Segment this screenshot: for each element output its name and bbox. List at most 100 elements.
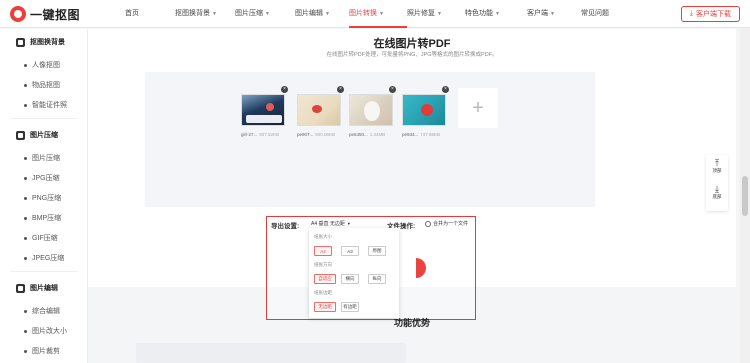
orientation-option-landscape[interactable]: 横向 (341, 274, 359, 284)
remove-file-icon[interactable]: × (389, 86, 396, 93)
convert-button[interactable] (416, 258, 426, 278)
plus-icon: + (472, 96, 484, 119)
remove-file-icon[interactable]: × (442, 86, 449, 93)
nav-item[interactable]: 图片编辑 ▼ (295, 0, 349, 28)
download-icon: ⤓ (689, 10, 693, 17)
sidebar-item[interactable]: 人像抠图 (0, 55, 87, 75)
margin-heading: 纸张边距 (314, 290, 332, 295)
sidebar-item[interactable]: 图片裁剪 (0, 341, 87, 361)
file-label: pe934... 747.86KB (402, 132, 440, 137)
sidebar: 抠图换背景 人像抠图 物品抠图 智能证件照 图片压缩 图片压缩 JPG压缩 PNG压缩 BMP压… (0, 29, 88, 363)
sidebar-item[interactable]: 图片改大小 (0, 321, 87, 341)
nav-item-label: 特色功能 (465, 10, 493, 17)
arrow-down-icon: ⤓ (715, 184, 719, 194)
margin-option-none[interactable]: 无边距 (314, 302, 336, 312)
main-nav: 首页 抠图换背景 ▼ 图片压缩 ▼ 图片编辑 ▼ 图片转换 ▼ 照片修复 ▼ 特色功能 ▼ 客户端 ▼ 常见问… (125, 0, 621, 28)
file-thumbnail[interactable]: × (241, 86, 288, 126)
sidebar-section-title: 图片压缩 (0, 122, 87, 148)
sidebar-item-label: BMP压缩 (32, 215, 62, 222)
sidebar-item[interactable]: JPG压缩 (0, 168, 87, 188)
file-thumbnail[interactable]: × (402, 86, 449, 126)
sidebar-item[interactable]: 智能证件照 (0, 95, 87, 115)
chevron-down-icon: ▼ (550, 11, 555, 17)
sidebar-item[interactable]: PNG压缩 (0, 188, 87, 208)
remove-file-icon[interactable]: × (281, 86, 288, 93)
section-icon (16, 130, 25, 140)
scrollbar-thumb[interactable] (742, 176, 748, 216)
nav-item-label: 常见问题 (581, 10, 609, 17)
page-scrollbar[interactable] (740, 28, 750, 363)
logo-icon (10, 6, 26, 22)
file-name: pe934... (402, 132, 419, 137)
nav-item-label: 照片修复 (407, 10, 435, 17)
chevron-down-icon: ▼ (265, 11, 270, 17)
paper-size-option-a4[interactable]: A4 (314, 246, 332, 256)
margin-option-with[interactable]: 有边距 (341, 302, 359, 312)
sidebar-section-label: 图片压缩 (30, 132, 58, 139)
nav-item[interactable]: 特色功能 ▼ (465, 0, 527, 28)
sidebar-item-label: 图片改大小 (32, 328, 67, 335)
add-file-button[interactable]: + (458, 88, 498, 128)
file-name: pe5450... (349, 132, 368, 137)
features-heading: 功能优势 (393, 318, 430, 328)
nav-item-label: 图片转换 (349, 10, 377, 17)
upload-area[interactable]: × girl-27... 937.52KB × pe907... 900.06KB … (145, 72, 595, 207)
output-settings-select[interactable]: A4 垂直 无边距 ▼ (311, 220, 351, 227)
sidebar-item-label: 物品抠图 (32, 82, 60, 89)
main-content: 在线图片转PDF 在线图片转PDF处理，可批量将PNG、JPG等格式的图片转换成… (88, 29, 736, 363)
sidebar-divider (10, 118, 77, 119)
sidebar-item[interactable]: BMP压缩 (0, 208, 87, 228)
sidebar-item-label: 图片裁剪 (32, 348, 60, 355)
sidebar-divider (10, 271, 77, 272)
go-to-bottom-label: 底部 (712, 194, 722, 199)
go-to-bottom-button[interactable]: ⤓ 底部 (706, 185, 728, 200)
sidebar-item-label: JPG压缩 (32, 175, 60, 182)
nav-item-label: 图片压缩 (235, 10, 263, 17)
output-settings-label: 导出设置: (271, 223, 300, 230)
orientation-option-portrait[interactable]: 纵向 (368, 274, 386, 284)
file-size: 747.86KB (420, 132, 441, 137)
back-to-top-label: 顶部 (712, 168, 722, 173)
sidebar-item-label: 智能证件照 (32, 102, 67, 109)
nav-item[interactable]: 常见问题 (581, 0, 621, 28)
output-settings-panel: 导出设置: A4 垂直 无边距 ▼ 文件操作: 合并为一个文件 纸张大小 A4 … (266, 216, 476, 320)
sidebar-item-label: 图片压缩 (32, 155, 60, 162)
paper-size-option-a3[interactable]: A3 (341, 246, 359, 256)
sidebar-section-title: 抠图换背景 (0, 29, 87, 55)
sidebar-item[interactable]: 图片压缩 (0, 148, 87, 168)
logo[interactable]: 一键抠图 (10, 6, 80, 22)
radio-icon (425, 220, 431, 227)
sidebar-item[interactable]: JPEG压缩 (0, 248, 87, 268)
sidebar-item[interactable]: GIF压缩 (0, 228, 87, 248)
chevron-down-icon: ▼ (212, 11, 217, 17)
nav-item[interactable]: 照片修复 ▼ (407, 0, 465, 28)
nav-item[interactable]: 图片压缩 ▼ (235, 0, 295, 28)
nav-item-label: 抠图换背景 (175, 10, 210, 17)
back-to-top-button[interactable]: ⤒ 顶部 (706, 159, 728, 174)
sidebar-item-label: 人像抠图 (32, 62, 60, 69)
file-thumbnail[interactable]: × (349, 86, 396, 126)
file-name: pe907... (297, 132, 314, 137)
merge-files-radio[interactable]: 合并为一个文件 (425, 220, 468, 227)
nav-item[interactable]: 抠图换背景 ▼ (175, 0, 235, 28)
top-navigation-bar: 一键抠图 首页 抠图换背景 ▼ 图片压缩 ▼ 图片编辑 ▼ 图片转换 ▼ 照片修复 ▼ 特色功能 ▼ 客户… (0, 0, 750, 28)
paper-size-option-original[interactable]: 原图 (368, 246, 386, 256)
sidebar-item-label: 综合编辑 (32, 308, 60, 315)
sidebar-item[interactable]: 物品抠图 (0, 75, 87, 95)
nav-item[interactable]: 首页 (125, 0, 175, 28)
sidebar-section-label: 抠图换背景 (30, 39, 65, 46)
nav-item[interactable]: 图片转换 ▼ (349, 0, 407, 28)
orientation-option-auto[interactable]: 自适应 (314, 274, 336, 284)
remove-file-icon[interactable]: × (337, 86, 344, 93)
arrow-up-icon: ⤒ (715, 158, 719, 168)
nav-item[interactable]: 客户端 ▼ (527, 0, 581, 28)
file-size: 900.06KB (315, 132, 336, 137)
output-summary: A4 垂直 无边距 (311, 221, 345, 227)
merge-label: 合并为一个文件 (433, 221, 469, 227)
nav-item-label: 图片编辑 (295, 10, 323, 17)
file-name: girl-27... (241, 132, 258, 137)
client-download-button[interactable]: ⤓ 客户端下载 (680, 6, 740, 22)
paper-size-heading: 纸张大小 (314, 234, 332, 239)
file-thumbnail[interactable]: × (297, 86, 344, 126)
sidebar-item[interactable]: 综合编辑 (0, 301, 87, 321)
